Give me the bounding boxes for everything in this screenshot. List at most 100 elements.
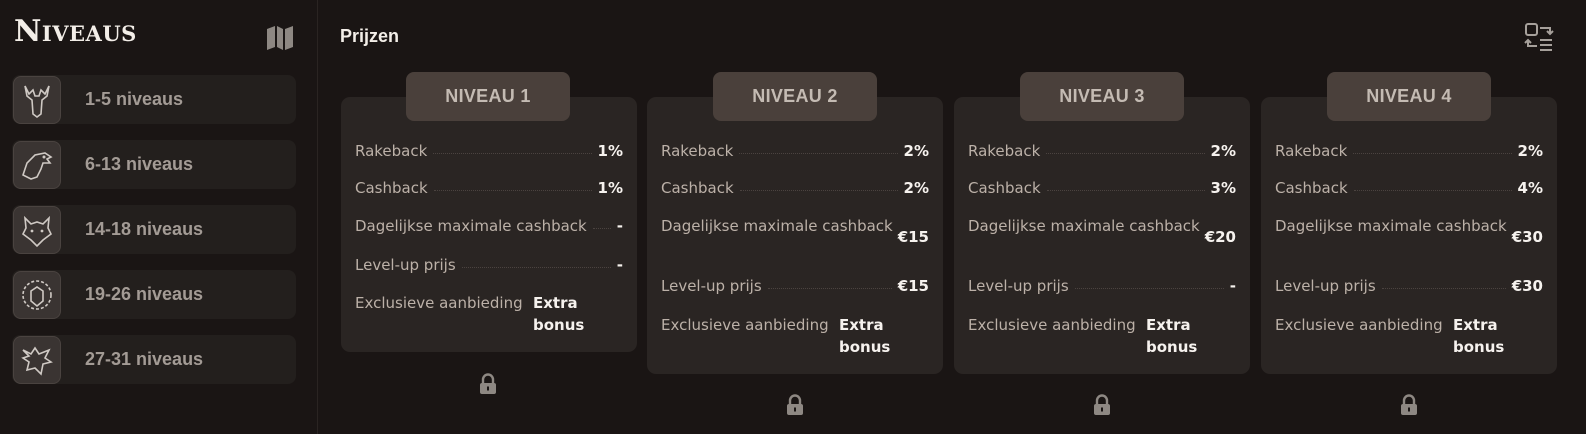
- daily-max-cashback-label: Dagelijkse maximale cashback: [968, 217, 1200, 235]
- daily-max-cashback-value: €30: [1511, 228, 1543, 246]
- daily-max-cashback-row: Dagelijkse maximale cashback €15: [661, 215, 929, 248]
- exclusive-offer-row: Exclusieve aanbieding Extra bonus: [661, 314, 929, 358]
- sidebar-item-label: 6-13 niveaus: [85, 154, 194, 174]
- cashback-label: Cashback: [355, 179, 428, 197]
- level-up-row: Level-up prijs €15: [661, 275, 929, 297]
- dotted-leader: [739, 140, 898, 154]
- sidebar-item-14-18[interactable]: 14-18 niveaus: [12, 205, 296, 254]
- exclusive-offer-label: Exclusieve aanbieding: [1275, 316, 1443, 334]
- daily-max-cashback-label: Dagelijkse maximale cashback: [1275, 217, 1507, 235]
- sidebar-item-6-13[interactable]: 6-13 niveaus: [12, 140, 296, 189]
- rakeback-value: 2%: [903, 142, 929, 160]
- page: Niveaus 1-5 niveaus 6-13 niveaus 14-18 n…: [0, 0, 1586, 434]
- dotted-leader: [592, 215, 611, 229]
- lock-icon: [1401, 394, 1417, 415]
- sidebar: Niveaus 1-5 niveaus 6-13 niveaus 14-18 n…: [0, 0, 318, 434]
- level-card-2: Rakeback 2% Cashback 2% Dagelijkse maxim…: [647, 97, 943, 374]
- dotted-leader: [433, 177, 592, 191]
- cashback-row: Cashback 2%: [661, 177, 929, 199]
- page-title: Prijzen: [340, 26, 400, 46]
- sidebar-title: Niveaus: [14, 14, 137, 49]
- lock-icon: [787, 394, 803, 415]
- daily-max-cashback-label: Dagelijkse maximale cashback: [355, 217, 587, 235]
- level-up-value: €30: [1511, 277, 1543, 295]
- dotted-leader: [1074, 275, 1224, 289]
- exclusive-offer-value: Extra bonus: [533, 294, 585, 334]
- eagle-icon: [13, 140, 61, 189]
- rakeback-label: Rakeback: [355, 142, 428, 160]
- exclusive-offer-row: Exclusieve aanbieding Extra bonus: [968, 314, 1236, 358]
- lock-icon: [1094, 394, 1110, 415]
- dotted-leader: [433, 140, 592, 154]
- sidebar-item-1-5[interactable]: 1-5 niveaus: [12, 75, 296, 124]
- swap-list-icon[interactable]: [1524, 22, 1554, 52]
- tab-niveau-3[interactable]: NIVEAU 3: [1020, 72, 1184, 121]
- level-up-row: Level-up prijs -: [968, 275, 1236, 297]
- exclusive-offer-value: Extra bonus: [839, 316, 891, 356]
- cashback-row: Cashback 1%: [355, 177, 623, 199]
- dotted-leader: [1381, 275, 1506, 289]
- cashback-label: Cashback: [1275, 179, 1348, 197]
- lion-icon: [13, 270, 61, 319]
- tab-niveau-2[interactable]: NIVEAU 2: [713, 72, 877, 121]
- exclusive-offer-row: Exclusieve aanbieding Extra bonus: [355, 292, 623, 336]
- wolf-icon: [13, 205, 61, 254]
- daily-max-cashback-value: €15: [897, 228, 929, 246]
- tab-niveau-4[interactable]: NIVEAU 4: [1327, 72, 1491, 121]
- dotted-leader: [461, 254, 611, 268]
- daily-max-cashback-row: Dagelijkse maximale cashback €20: [968, 215, 1236, 248]
- level-up-value: -: [616, 256, 623, 274]
- exclusive-offer-value: Extra bonus: [1453, 316, 1505, 356]
- exclusive-offer-label: Exclusieve aanbieding: [968, 316, 1136, 334]
- dotted-leader: [1046, 140, 1205, 154]
- dotted-leader: [767, 275, 892, 289]
- rakeback-label: Rakeback: [1275, 142, 1348, 160]
- rakeback-row: Rakeback 2%: [661, 140, 929, 162]
- dotted-leader: [1046, 177, 1205, 191]
- sidebar-item-label: 14-18 niveaus: [85, 219, 204, 239]
- daily-max-cashback-label: Dagelijkse maximale cashback: [661, 217, 893, 235]
- level-up-value: €15: [897, 277, 929, 295]
- sidebar-item-27-31[interactable]: 27-31 niveaus: [12, 335, 296, 384]
- rakeback-label: Rakeback: [968, 142, 1041, 160]
- moose-icon: [13, 75, 61, 124]
- exclusive-offer-label: Exclusieve aanbieding: [661, 316, 829, 334]
- rakeback-row: Rakeback 1%: [355, 140, 623, 162]
- sidebar-item-label: 27-31 niveaus: [85, 349, 204, 369]
- rakeback-value: 2%: [1517, 142, 1543, 160]
- dotted-leader: [739, 177, 898, 191]
- level-card-1: Rakeback 1% Cashback 1% Dagelijkse maxim…: [341, 97, 637, 352]
- level-up-label: Level-up prijs: [661, 277, 762, 295]
- exclusive-offer-value: Extra bonus: [1146, 316, 1198, 356]
- level-up-value: -: [1229, 277, 1236, 295]
- daily-max-cashback-row: Dagelijkse maximale cashback €30: [1275, 215, 1543, 248]
- dotted-leader: [1353, 177, 1512, 191]
- rakeback-value: 2%: [1210, 142, 1236, 160]
- cashback-value: 1%: [597, 179, 623, 197]
- cashback-label: Cashback: [968, 179, 1041, 197]
- cashback-row: Cashback 3%: [968, 177, 1236, 199]
- exclusive-offer-label: Exclusieve aanbieding: [355, 294, 523, 312]
- sidebar-item-label: 1-5 niveaus: [85, 89, 184, 109]
- tab-niveau-1[interactable]: NIVEAU 1: [406, 72, 570, 121]
- exclusive-offer-row: Exclusieve aanbieding Extra bonus: [1275, 314, 1543, 358]
- cashback-label: Cashback: [661, 179, 734, 197]
- daily-max-cashback-value: -: [616, 217, 623, 235]
- daily-max-cashback-value: €20: [1204, 228, 1236, 246]
- sidebar-item-19-26[interactable]: 19-26 niveaus: [12, 270, 296, 319]
- rakeback-row: Rakeback 2%: [1275, 140, 1543, 162]
- cashback-row: Cashback 4%: [1275, 177, 1543, 199]
- map-icon[interactable]: [266, 25, 294, 51]
- rakeback-row: Rakeback 2%: [968, 140, 1236, 162]
- lock-icon: [480, 373, 496, 394]
- dotted-leader: [1353, 140, 1512, 154]
- daily-max-cashback-row: Dagelijkse maximale cashback -: [355, 215, 623, 237]
- rakeback-value: 1%: [597, 142, 623, 160]
- cashback-value: 3%: [1210, 179, 1236, 197]
- cashback-value: 4%: [1517, 179, 1543, 197]
- level-up-row: Level-up prijs -: [355, 254, 623, 276]
- level-up-label: Level-up prijs: [968, 277, 1069, 295]
- cashback-value: 2%: [903, 179, 929, 197]
- level-card-4: Rakeback 2% Cashback 4% Dagelijkse maxim…: [1261, 97, 1557, 374]
- rakeback-label: Rakeback: [661, 142, 734, 160]
